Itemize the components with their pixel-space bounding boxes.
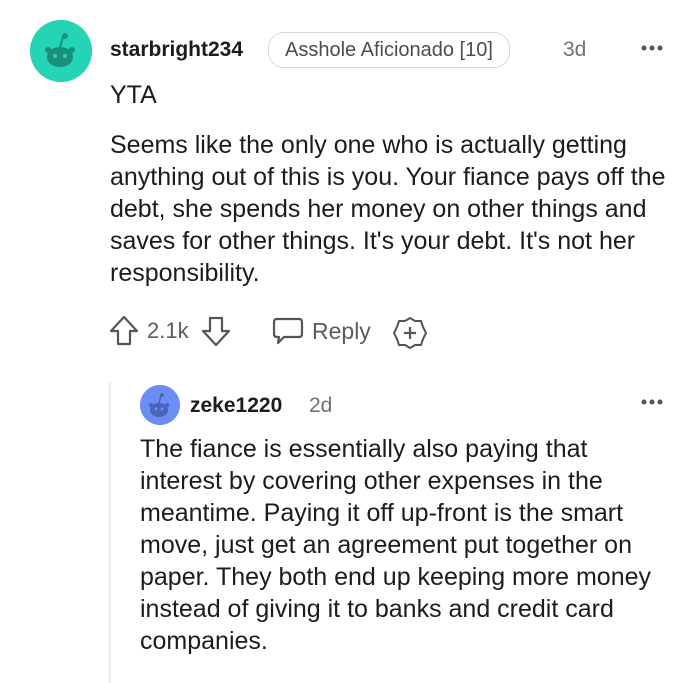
downvote-arrow-icon	[201, 316, 231, 347]
thread-line[interactable]	[109, 382, 111, 683]
more-options-icon[interactable]	[640, 42, 668, 54]
more-options-icon[interactable]	[640, 396, 668, 408]
vote-count: 2.1k	[147, 318, 189, 343]
comment-body: Seems like the only one who is actually …	[110, 131, 666, 287]
comment-bubble-icon	[272, 317, 304, 345]
upvote-button[interactable]	[108, 314, 140, 348]
timestamp: 3d	[563, 38, 587, 61]
downvote-button[interactable]	[200, 314, 232, 348]
snoo-icon	[140, 385, 180, 425]
reply-avatar[interactable]	[140, 385, 180, 425]
reply-button[interactable]	[272, 316, 304, 346]
avatar[interactable]	[30, 20, 92, 82]
reply-body: The fiance is essentially also paying th…	[140, 435, 651, 655]
award-button[interactable]	[393, 316, 427, 350]
upvote-arrow-icon	[109, 315, 139, 346]
user-flair: Asshole Aficionado [10]	[268, 32, 510, 68]
username[interactable]: starbright234	[110, 38, 243, 62]
reply-username[interactable]: zeke1220	[190, 394, 282, 418]
award-icon	[393, 317, 427, 349]
snoo-icon	[30, 20, 92, 82]
reply-timestamp: 2d	[309, 394, 333, 417]
comment-verdict: YTA	[110, 81, 157, 109]
reply-label[interactable]: Reply	[312, 318, 371, 345]
